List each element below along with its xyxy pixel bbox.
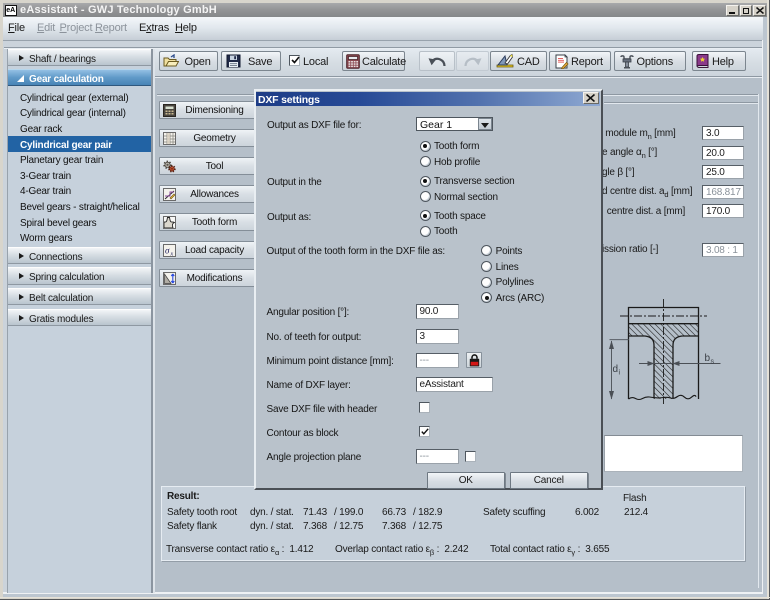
svg-text:s: s bbox=[711, 359, 715, 366]
svg-text:i: i bbox=[619, 370, 621, 377]
svg-text:x: x bbox=[169, 252, 173, 257]
svg-text:σ: σ bbox=[165, 246, 170, 256]
svg-text:d: d bbox=[613, 364, 619, 375]
